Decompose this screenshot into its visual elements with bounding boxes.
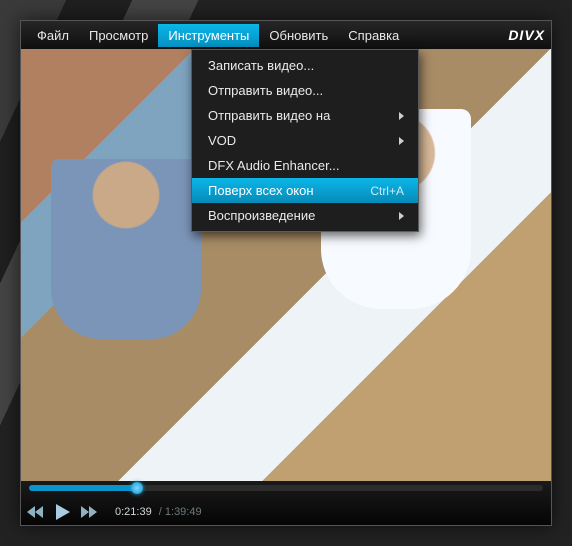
dd-always-on-top[interactable]: Поверх всех окон Ctrl+A (192, 178, 418, 203)
progress-track[interactable] (29, 485, 543, 491)
dd-playback[interactable]: Воспроизведение (192, 203, 418, 228)
time-display: 0:21:39 / 1:39:49 (115, 506, 202, 518)
dd-dfx[interactable]: DFX Audio Enhancer... (192, 153, 418, 178)
dd-record-video[interactable]: Записать видео... (192, 53, 418, 78)
app-window: Файл Просмотр Инструменты Обновить Справ… (0, 0, 572, 546)
rewind-icon (27, 505, 45, 519)
dd-label: Отправить видео... (208, 83, 323, 98)
submenu-arrow-icon (399, 112, 404, 120)
dd-label: VOD (208, 133, 236, 148)
dd-label: Записать видео... (208, 58, 314, 73)
dd-label: Поверх всех окон (208, 183, 314, 198)
dd-label: Воспроизведение (208, 208, 315, 223)
time-current: 0:21:39 (115, 506, 152, 518)
progress-fill (29, 485, 137, 491)
player-window: Файл Просмотр Инструменты Обновить Справ… (20, 20, 552, 526)
rewind-button[interactable] (27, 505, 45, 519)
forward-icon (81, 505, 99, 519)
dd-label: Отправить видео на (208, 108, 330, 123)
menu-update[interactable]: Обновить (259, 24, 338, 47)
forward-button[interactable] (81, 505, 99, 519)
progress-thumb[interactable] (131, 482, 143, 494)
menu-help[interactable]: Справка (338, 24, 409, 47)
dd-send-video[interactable]: Отправить видео... (192, 78, 418, 103)
menu-file[interactable]: Файл (27, 24, 79, 47)
logo-divx: DIVX (508, 27, 545, 43)
play-icon (55, 503, 71, 521)
dd-vod[interactable]: VOD (192, 128, 418, 153)
dd-send-video-to[interactable]: Отправить видео на (192, 103, 418, 128)
menu-tools[interactable]: Инструменты (158, 24, 259, 47)
time-total: / 1:39:49 (159, 506, 202, 518)
menubar: Файл Просмотр Инструменты Обновить Справ… (21, 21, 551, 50)
play-button[interactable] (55, 503, 71, 521)
controls-bar: 0:21:39 / 1:39:49 (21, 481, 551, 525)
submenu-arrow-icon (399, 137, 404, 145)
dd-shortcut: Ctrl+A (370, 184, 404, 198)
submenu-arrow-icon (399, 212, 404, 220)
tools-dropdown: Записать видео... Отправить видео... Отп… (191, 49, 419, 232)
transport-buttons: 0:21:39 / 1:39:49 (27, 503, 202, 521)
dd-label: DFX Audio Enhancer... (208, 158, 340, 173)
menu-view[interactable]: Просмотр (79, 24, 158, 47)
